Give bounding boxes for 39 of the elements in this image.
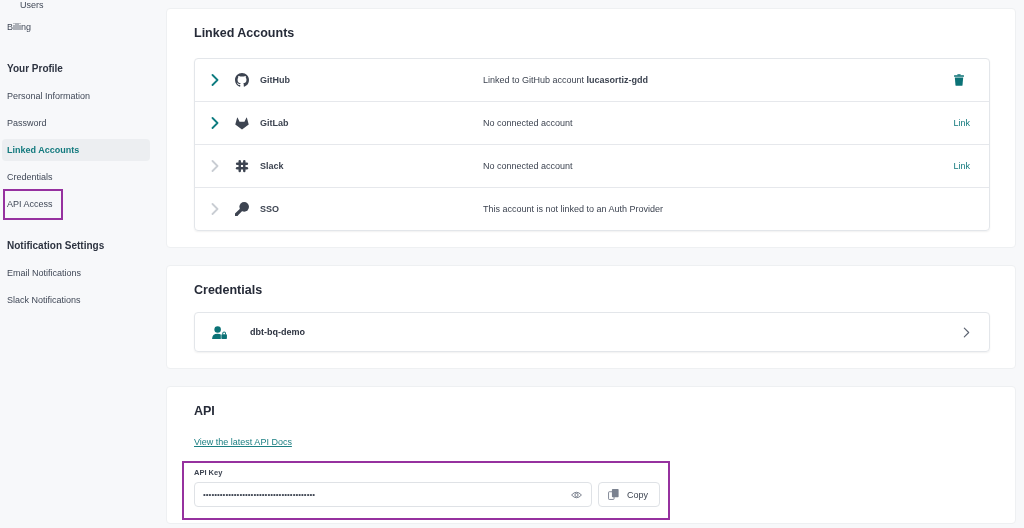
trash-icon[interactable]: [954, 74, 964, 86]
key-icon: [235, 202, 249, 216]
section-title: API: [194, 403, 216, 419]
chevron-right-icon[interactable]: [211, 117, 219, 129]
account-name: SSO: [260, 204, 280, 214]
sidebar-heading: Your Profile: [6, 62, 64, 76]
copy-button[interactable]: Copy: [598, 482, 660, 507]
sidebar-item[interactable]: Personal Information: [2, 85, 150, 107]
github-logo-icon: [235, 73, 249, 87]
gitlab-logo-icon: [235, 116, 249, 130]
sidebar-item[interactable]: Credentials: [2, 166, 150, 188]
copy-icon: [608, 489, 619, 500]
account-status: No connected account: [483, 118, 574, 128]
account-status: No connected account: [483, 161, 574, 171]
account-name: GitHub: [260, 75, 291, 85]
sidebar-item[interactable]: Email Notifications: [2, 262, 150, 284]
connect-link[interactable]: Link: [953, 118, 970, 128]
sidebar-item[interactable]: Users: [2, 0, 150, 16]
api-docs-link[interactable]: View the latest API Docs: [194, 436, 292, 448]
credential-name: dbt-bq-demo: [250, 327, 306, 337]
section-title: Credentials: [194, 282, 264, 298]
credential-row[interactable]: dbt-bq-demo: [194, 312, 990, 352]
sidebar-item[interactable]: API Access: [5, 193, 55, 215]
sidebar-item[interactable]: Password: [2, 112, 150, 134]
api-key-field[interactable]: ••••••••••••••••••••••••••••••••••••••••: [194, 482, 592, 507]
sidebar-item[interactable]: Linked Accounts: [2, 139, 150, 161]
user-lock-icon: [212, 325, 227, 339]
account-status: This account is not linked to an Auth Provider: [483, 204, 665, 214]
sidebar-item[interactable]: Slack Notifications: [2, 289, 150, 311]
slack-logo-icon: [235, 159, 249, 173]
eye-icon[interactable]: [571, 490, 582, 499]
account-status: Linked to GitHub account lucasortiz-gdd: [483, 75, 650, 85]
account-name: Slack: [260, 161, 285, 171]
chevron-right-icon[interactable]: [211, 74, 219, 86]
chevron-right-icon[interactable]: [963, 326, 970, 338]
section-title: Linked Accounts: [194, 25, 296, 41]
account-name: GitLab: [260, 118, 290, 128]
sidebar-item[interactable]: Billing: [2, 16, 150, 38]
sidebar-heading: Notification Settings: [6, 239, 106, 253]
